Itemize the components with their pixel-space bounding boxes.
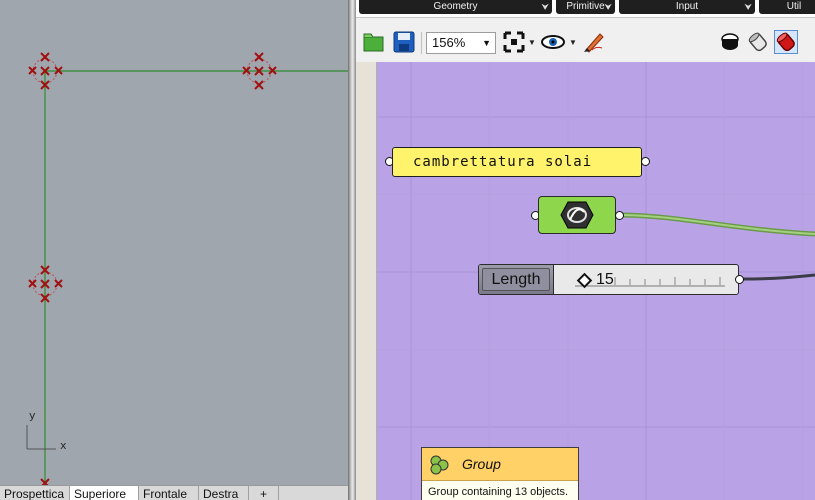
preview-shaded-icon[interactable] (746, 30, 770, 54)
group-tooltip: Group Group containing 13 objects. (421, 447, 579, 500)
expand-arrow-icon[interactable]: ⮟ (541, 0, 549, 14)
zoom-level-value: 156% (432, 35, 466, 50)
sketch-pen-icon[interactable] (582, 30, 606, 54)
ribbon-tab-util[interactable]: Util (759, 0, 815, 14)
axis-gizmo (26, 425, 56, 450)
preview-wireframe-icon[interactable] (718, 30, 742, 54)
ribbon-tab-label: Primitive (566, 1, 605, 12)
add-viewport-tab-button[interactable]: + (249, 486, 279, 500)
viewport-geometry (26, 52, 348, 485)
ribbon-tab-label: Geometry (433, 1, 478, 12)
curve-param-component[interactable] (538, 196, 616, 234)
open-file-icon[interactable] (362, 30, 386, 54)
panel-splitter[interactable] (348, 0, 356, 500)
grasshopper-editor: Geometry ⮟ Primitive ⮟ Input ⮟ Util 156%… (356, 0, 815, 500)
tab-superiore[interactable]: Superiore (70, 486, 139, 500)
length-slider[interactable]: Length 15 (478, 264, 739, 295)
ribbon-tab-input[interactable]: Input ⮟ (619, 0, 755, 14)
viewport-tabs: Prospettica Superiore Frontale Destra + (0, 485, 348, 500)
expand-arrow-icon[interactable]: ⮟ (744, 0, 752, 14)
preview-selected-icon[interactable] (774, 30, 798, 54)
curve-param-icon (560, 201, 594, 229)
panel-text: cambrettatura solai (413, 154, 593, 170)
tooltip-title: Group (462, 456, 501, 472)
point-cluster (28, 265, 63, 303)
zoom-level-dropdown[interactable]: 156% ▼ (426, 32, 496, 54)
param-output-grip[interactable] (615, 211, 624, 220)
preview-eye-icon[interactable] (540, 30, 565, 54)
group-icon (430, 455, 449, 475)
point-cluster (242, 52, 277, 90)
save-file-icon[interactable] (392, 30, 416, 54)
zoom-extents-icon[interactable] (502, 30, 526, 54)
panel-output-grip[interactable] (641, 157, 650, 166)
toolbar-separator (421, 32, 422, 54)
point-cluster (28, 52, 63, 90)
chevron-down-icon: ▼ (482, 38, 491, 48)
slider-value: 15 (596, 271, 614, 288)
slider-name: Length (479, 265, 554, 294)
canvas-toolbar: 156% ▼ ▼ ▼ (356, 24, 815, 62)
expand-arrow-icon[interactable]: ⮟ (604, 0, 612, 14)
tab-prospettica[interactable]: Prospettica (0, 486, 70, 500)
wire (742, 273, 815, 281)
ribbon-tab-label: Input (675, 1, 699, 12)
grasshopper-canvas[interactable]: cambrettatura solai Length 15 Group Grou… (356, 62, 815, 500)
panel-component[interactable]: cambrettatura solai (392, 147, 642, 177)
tab-frontale[interactable]: Frontale (139, 486, 199, 500)
ribbon-tab-geometry[interactable]: Geometry ⮟ (359, 0, 552, 14)
slider-output-grip[interactable] (735, 275, 744, 284)
tooltip-description: Group containing 13 objects. (428, 486, 569, 498)
component-ribbon: Geometry ⮟ Primitive ⮟ Input ⮟ Util (356, 0, 815, 18)
rhino-viewport-superiore[interactable]: y x Prospettica Superiore Frontale Destr… (0, 0, 348, 500)
canvas-ruler (356, 62, 377, 500)
tab-destra[interactable]: Destra (199, 486, 249, 500)
axis-label-x: x (60, 439, 67, 452)
ribbon-tab-label: Util (786, 1, 802, 12)
axis-label-y: y (29, 409, 36, 422)
chevron-down-icon[interactable]: ▼ (528, 38, 536, 47)
ribbon-tab-primitive[interactable]: Primitive ⮟ (556, 0, 615, 14)
chevron-down-icon[interactable]: ▼ (569, 38, 577, 47)
